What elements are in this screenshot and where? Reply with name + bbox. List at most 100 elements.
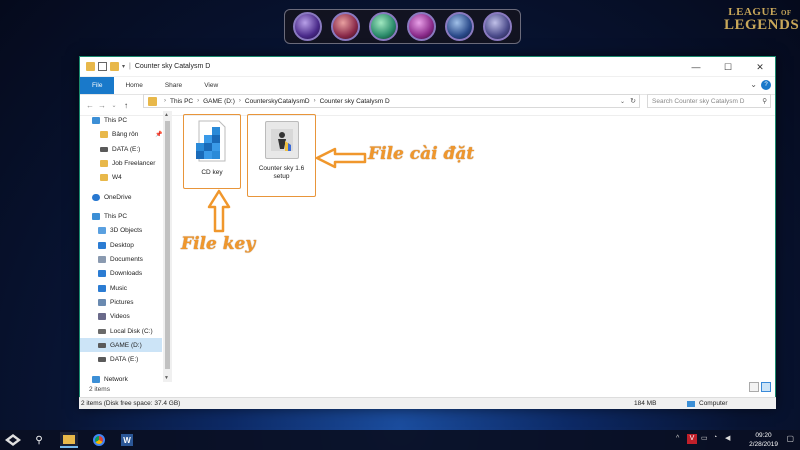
tab-file[interactable]: File: [80, 77, 115, 94]
pin-icon[interactable]: 📌: [155, 131, 162, 138]
annotation-key-file: File key: [181, 234, 256, 254]
sidebar-item-label: Bảng rôn: [112, 130, 139, 138]
chevron-right-icon[interactable]: ›: [239, 98, 241, 104]
status-bar: 2 items (Disk free space: 37.4 GB) 184 M…: [79, 397, 776, 409]
scroll-down-icon[interactable]: ▼: [164, 375, 169, 381]
window-title: Counter sky Catalysm D: [134, 63, 211, 70]
drive-icon: [100, 146, 108, 152]
pc-icon: [92, 212, 100, 220]
view-toggle: [749, 382, 771, 392]
chevron-right-icon[interactable]: ›: [164, 98, 166, 104]
expand-ribbon-icon[interactable]: ⌄: [750, 80, 757, 89]
breadcrumb-folder[interactable]: CounterskyCatalysmD: [245, 98, 310, 105]
arrow-to-key-icon: [207, 189, 231, 233]
sidebar-item-label: DATA (E:): [110, 355, 139, 363]
recent-locations-icon[interactable]: ⌄: [108, 102, 120, 109]
search-input[interactable]: Search Counter sky Catalysm D ⚲: [647, 94, 771, 108]
sidebar-item-label: This PC: [104, 212, 128, 220]
sidebar-item-game-d[interactable]: GAME (D:): [80, 338, 162, 352]
file-explorer-icon[interactable]: [60, 432, 78, 448]
scrollbar-thumb[interactable]: [165, 121, 170, 369]
registry-icon: [193, 119, 231, 163]
scroll-up-icon[interactable]: ▲: [164, 112, 169, 118]
arrow-to-setup-icon: [315, 147, 367, 169]
address-bar[interactable]: › This PC › GAME (D:) › CounterskyCataly…: [143, 94, 640, 108]
champion-portrait[interactable]: [293, 12, 323, 41]
start-logo-icon[interactable]: [4, 432, 22, 448]
status-location: Computer: [699, 400, 728, 407]
back-icon[interactable]: ←: [84, 101, 96, 110]
notifications-icon[interactable]: ▢: [786, 434, 794, 443]
chevron-right-icon[interactable]: ›: [314, 98, 316, 104]
up-icon[interactable]: ↑: [120, 101, 132, 110]
champion-portrait[interactable]: [369, 12, 399, 41]
chevron-right-icon[interactable]: ›: [197, 98, 199, 104]
refresh-icon[interactable]: ↻: [630, 97, 636, 105]
divider: |: [129, 63, 131, 70]
maximize-button[interactable]: ☐: [712, 57, 744, 77]
file-counter-sky-setup[interactable]: Counter sky 1.6 setup: [251, 121, 312, 181]
cube-icon: [98, 226, 106, 234]
breadcrumb-current[interactable]: Counter sky Catalysm D: [320, 98, 390, 105]
sidebar-item-label: Pictures: [110, 298, 134, 306]
forward-icon[interactable]: →: [96, 101, 108, 110]
clock[interactable]: 09:20 2/28/2019: [749, 431, 778, 449]
champion-portrait[interactable]: [331, 12, 361, 41]
tab-view[interactable]: View: [193, 77, 229, 94]
file-name: CD key: [201, 169, 223, 176]
sidebar-item-this-pc[interactable]: This PC: [92, 209, 174, 223]
champion-portrait[interactable]: [444, 12, 474, 41]
word-icon[interactable]: W: [118, 432, 136, 448]
folder-icon: [86, 62, 95, 71]
music-icon: [98, 284, 106, 292]
champion-portrait[interactable]: [406, 12, 436, 41]
items-count: 2 items: [89, 386, 110, 393]
sidebar-item-label: GAME (D:): [110, 341, 142, 349]
download-icon: [98, 269, 106, 277]
network-icon[interactable]: ◔: [713, 434, 717, 441]
clock-time: 09:20: [755, 432, 772, 439]
sidebar-item-label: Music: [110, 284, 127, 292]
champion-portrait[interactable]: [482, 12, 512, 41]
address-dropdown-icon[interactable]: ⌄: [620, 98, 625, 105]
chrome-icon[interactable]: [90, 432, 108, 448]
sidebar-scrollbar[interactable]: ▲ ▼: [163, 111, 172, 382]
folder-icon: [100, 173, 108, 181]
taskbar: ⚲ W ^ V ▭ ◔ ◀ 09:20 2/28/2019 ▢: [0, 430, 800, 450]
drive-icon: [98, 342, 106, 348]
show-hidden-icons-icon[interactable]: ^: [676, 435, 679, 442]
close-button[interactable]: ✕: [744, 57, 776, 77]
minimize-button[interactable]: —: [680, 57, 712, 77]
file-cd-key[interactable]: CD key: [185, 119, 239, 177]
antivirus-icon[interactable]: V: [687, 434, 697, 444]
drive-icon: [98, 356, 106, 362]
large-icons-view-icon[interactable]: [761, 382, 771, 392]
new-folder-icon[interactable]: [110, 62, 119, 71]
search-placeholder: Search Counter sky Catalysm D: [652, 97, 745, 105]
folder-icon: [100, 159, 108, 167]
sidebar-item-onedrive[interactable]: OneDrive: [92, 190, 174, 204]
sidebar-item-network[interactable]: Network: [92, 372, 174, 386]
properties-icon[interactable]: [98, 62, 107, 71]
network-icon: [92, 375, 100, 383]
sidebar-item-quick-this-pc[interactable]: This PC: [92, 113, 174, 127]
annotation-setup-file: File cài đặt: [368, 144, 475, 164]
volume-icon[interactable]: ◀: [725, 434, 730, 442]
sidebar-item-label: Desktop: [110, 241, 134, 249]
file-explorer-window: ▾ | Counter sky Catalysm D — ☐ ✕ File Ho…: [79, 56, 776, 409]
title-bar[interactable]: ▾ | Counter sky Catalysm D — ☐ ✕: [80, 57, 775, 77]
tab-share[interactable]: Share: [154, 77, 193, 94]
battery-icon[interactable]: ▭: [701, 434, 708, 442]
breadcrumb-game-drive[interactable]: GAME (D:): [203, 98, 235, 105]
sidebar-item-label: Job Freelancer: [112, 159, 156, 167]
sidebar-item-label: OneDrive: [104, 193, 132, 201]
breadcrumb-this-pc[interactable]: This PC: [170, 98, 193, 105]
quick-access-dropdown-icon[interactable]: ▾: [122, 63, 125, 70]
details-view-icon[interactable]: [749, 382, 759, 392]
champion-bar: [284, 9, 521, 44]
help-icon[interactable]: ?: [761, 80, 771, 90]
sidebar-item-label: W4: [112, 173, 122, 181]
ribbon-tabs: File Home Share View ⌄ ?: [80, 77, 775, 95]
search-icon[interactable]: ⚲: [30, 432, 48, 448]
tab-home[interactable]: Home: [114, 77, 153, 94]
